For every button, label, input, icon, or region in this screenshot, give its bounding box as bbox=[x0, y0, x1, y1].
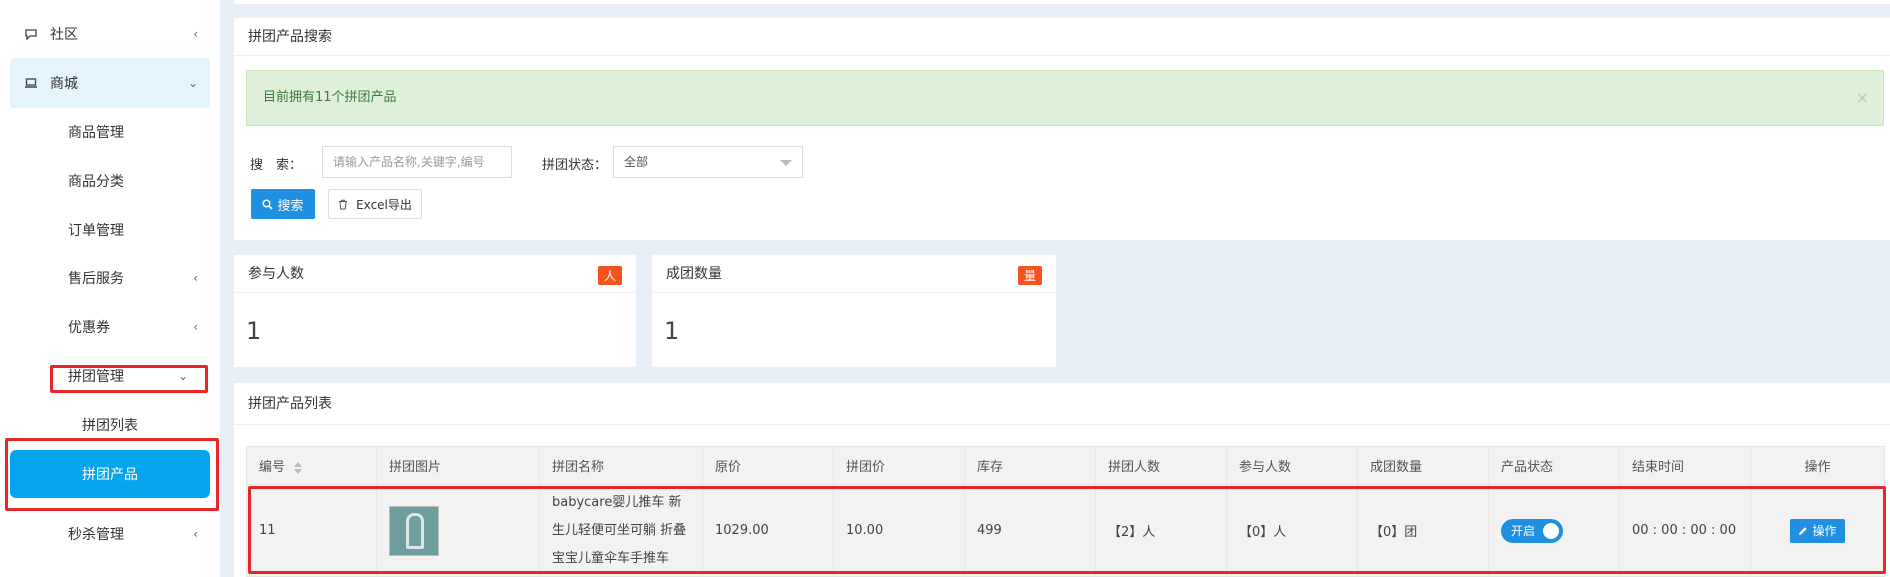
table-header-row: 编号 拼团图片 拼团名称 原价 拼团价 库存 拼团人数 参与人数 成团数量 产品… bbox=[246, 446, 1885, 485]
list-card-title: 拼团产品列表 bbox=[234, 383, 1890, 425]
column-header-label: 编号 bbox=[259, 460, 286, 475]
chevron-left-icon: ‹ bbox=[193, 271, 198, 285]
search-icon bbox=[262, 198, 274, 210]
highlight-box bbox=[5, 438, 219, 511]
sidebar-item-mall[interactable]: 商城 ⌄ bbox=[10, 58, 210, 108]
sidebar-item-community[interactable]: 社区 ‹ bbox=[10, 12, 210, 56]
search-label: 搜 索： bbox=[250, 158, 303, 173]
sidebar: 社区 ‹ 商城 ⌄ 商品管理 商品分类 订单管理 售后服务 ‹ 优惠券 ‹ 拼团… bbox=[0, 0, 220, 577]
column-header: 成团数量 bbox=[1357, 446, 1489, 485]
highlight-box bbox=[248, 486, 1886, 574]
sidebar-item-product-management[interactable]: 商品管理 bbox=[10, 110, 210, 154]
sidebar-item-label: 售后服务 bbox=[68, 271, 124, 287]
sidebar-item-coupons[interactable]: 优惠券 ‹ bbox=[10, 305, 210, 349]
trash-icon bbox=[339, 199, 348, 209]
search-button-label: 搜索 bbox=[277, 198, 304, 214]
column-header: 拼团图片 bbox=[376, 446, 540, 485]
column-header: 原价 bbox=[702, 446, 834, 485]
sidebar-item-label: 优惠券 bbox=[68, 320, 110, 336]
sidebar-item-label: 商品分类 bbox=[68, 174, 124, 190]
stat-card-groups: 成团数量 量 1 bbox=[652, 255, 1056, 367]
excel-export-button[interactable]: Excel导出 bbox=[328, 189, 422, 219]
chevron-left-icon: ‹ bbox=[193, 320, 198, 334]
search-card: 拼团产品搜索 bbox=[234, 18, 1890, 240]
sidebar-item-product-category[interactable]: 商品分类 bbox=[10, 159, 210, 203]
column-header: 拼团人数 bbox=[1095, 446, 1227, 485]
sort-icon[interactable] bbox=[293, 461, 303, 474]
column-header-id[interactable]: 编号 bbox=[246, 446, 377, 485]
top-card-edge bbox=[234, 0, 1890, 4]
sidebar-item-label: 订单管理 bbox=[68, 223, 124, 239]
column-header: 库存 bbox=[964, 446, 1096, 485]
sidebar-item-label: 商城 bbox=[50, 76, 78, 92]
sidebar-item-after-sales[interactable]: 售后服务 ‹ bbox=[10, 256, 210, 300]
column-header: 结束时间 bbox=[1619, 446, 1751, 485]
chevron-down-icon: ⌄ bbox=[187, 76, 198, 90]
info-alert: 目前拥有11个拼团产品 × bbox=[246, 70, 1884, 126]
sidebar-item-label: 商品管理 bbox=[68, 125, 124, 141]
chevron-left-icon: ‹ bbox=[193, 527, 198, 541]
stat-badge: 量 bbox=[1017, 266, 1042, 285]
search-button[interactable]: 搜索 bbox=[251, 189, 315, 219]
highlight-box bbox=[50, 365, 208, 393]
sidebar-item-label: 社区 bbox=[50, 27, 78, 43]
search-card-title: 拼团产品搜索 bbox=[234, 18, 1890, 56]
column-header: 产品状态 bbox=[1488, 446, 1620, 485]
column-header: 操作 bbox=[1750, 446, 1885, 485]
sidebar-item-order-management[interactable]: 订单管理 bbox=[10, 208, 210, 252]
sidebar-item-flash-sale[interactable]: 秒杀管理 ‹ bbox=[10, 512, 210, 556]
export-button-label: Excel导出 bbox=[356, 197, 412, 212]
search-input[interactable]: 请输入产品名称,关键字,编号 bbox=[322, 146, 512, 178]
stat-value: 1 bbox=[664, 317, 680, 345]
main-content: 拼团产品搜索 目前拥有11个拼团产品 × 搜 索： 请输入产品名称,关键字,编号… bbox=[222, 0, 1890, 577]
chat-icon bbox=[25, 29, 37, 41]
column-header: 拼团名称 bbox=[539, 446, 703, 485]
stat-title: 成团数量 bbox=[652, 255, 1056, 293]
column-header: 参与人数 bbox=[1226, 446, 1358, 485]
sidebar-item-label: 秒杀管理 bbox=[68, 527, 124, 543]
chevron-left-icon: ‹ bbox=[193, 27, 198, 41]
alert-text: 目前拥有11个拼团产品 bbox=[263, 90, 397, 105]
stat-title: 参与人数 bbox=[234, 255, 636, 293]
close-icon[interactable]: × bbox=[1856, 71, 1869, 125]
status-label: 拼团状态： bbox=[542, 158, 608, 173]
sidebar-item-label: 拼团列表 bbox=[82, 418, 138, 434]
status-select[interactable]: 全部 bbox=[613, 146, 803, 178]
caret-down-icon bbox=[780, 160, 792, 166]
stat-value: 1 bbox=[246, 317, 262, 345]
stat-card-participants: 参与人数 人 1 bbox=[234, 255, 636, 367]
column-header: 拼团价 bbox=[833, 446, 965, 485]
laptop-icon bbox=[25, 78, 37, 88]
status-select-value: 全部 bbox=[624, 155, 649, 169]
stat-badge: 人 bbox=[597, 266, 622, 285]
